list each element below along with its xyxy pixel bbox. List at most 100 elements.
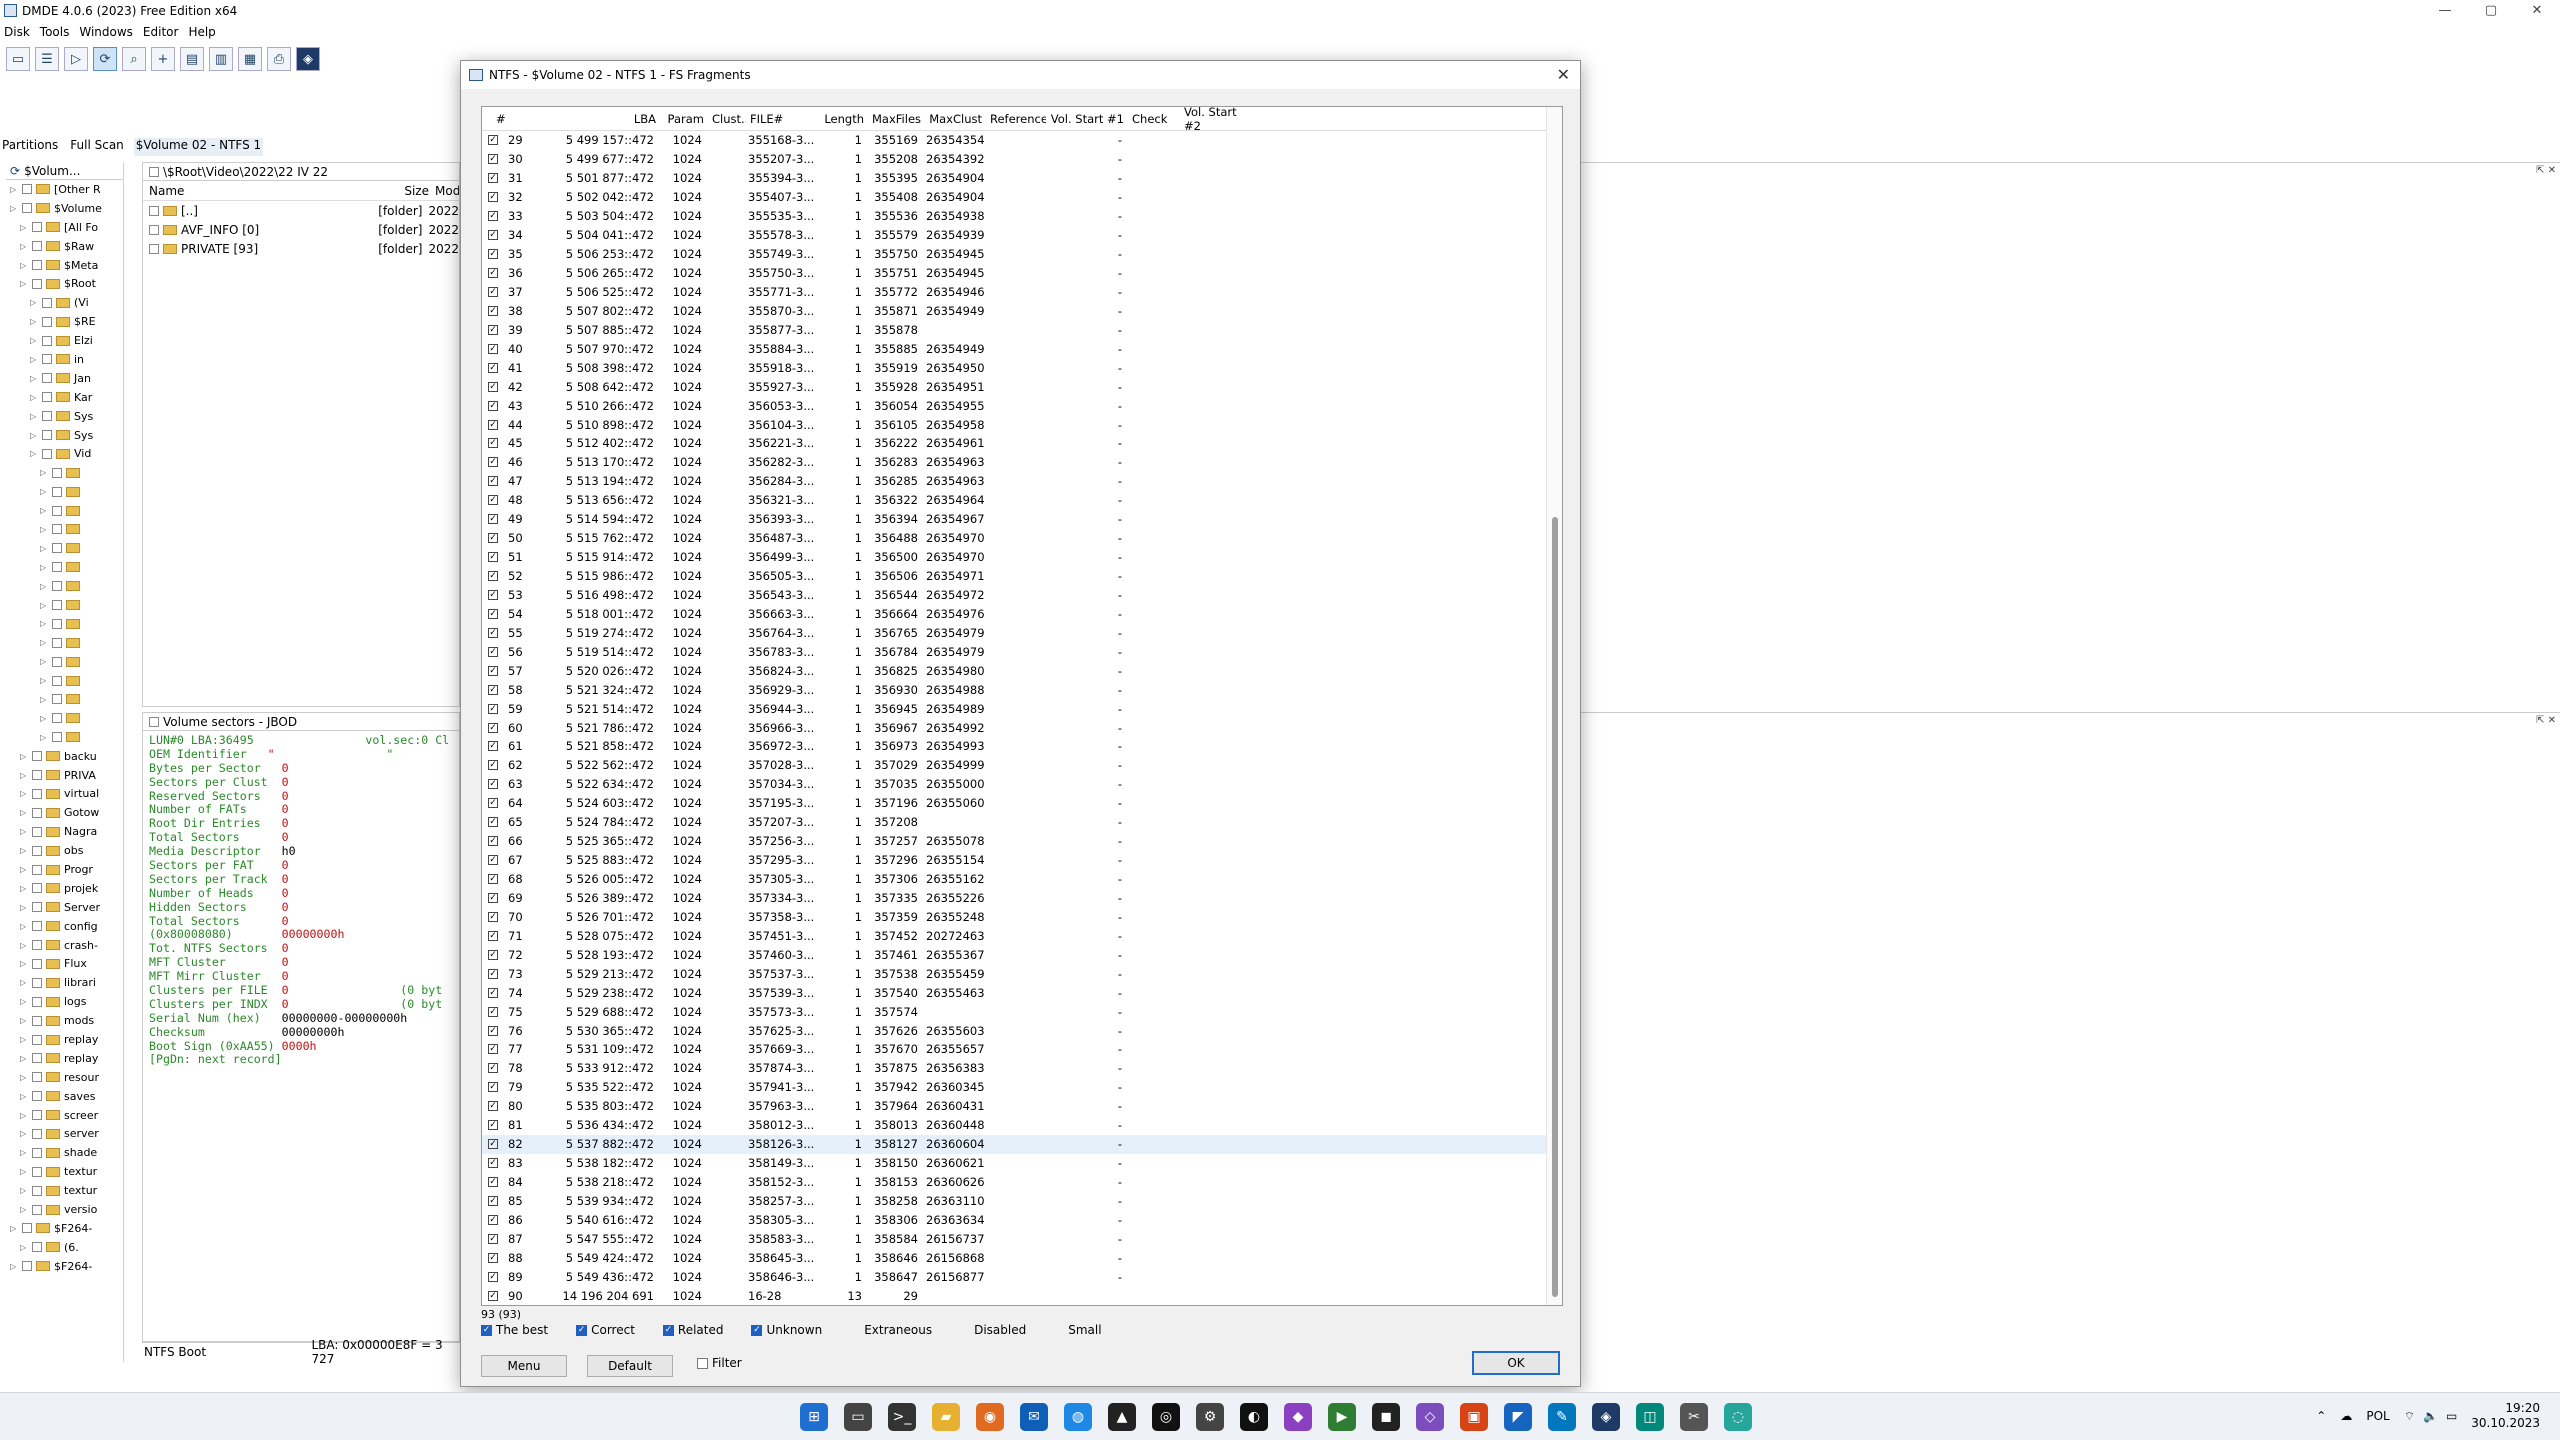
tree-checkbox[interactable] — [52, 675, 62, 686]
column-header[interactable]: Check — [1128, 112, 1180, 126]
expand-icon[interactable]: ▷ — [10, 185, 18, 194]
browser-icon[interactable]: ◍ — [1064, 1403, 1092, 1431]
tree-checkbox[interactable] — [22, 184, 32, 195]
search-icon[interactable]: ⌕ — [122, 47, 146, 71]
fragment-row[interactable]: ✓ 69 5 526 389::472 1024 357334-3... 1 357335 2… — [482, 889, 1562, 908]
expand-icon[interactable]: ▷ — [20, 1111, 28, 1120]
tree-item[interactable]: ▷ Vid — [6, 444, 123, 463]
expand-icon[interactable]: ▷ — [20, 941, 28, 950]
expand-icon[interactable]: ▷ — [20, 1243, 28, 1252]
row-checkbox[interactable]: ✓ — [488, 343, 498, 354]
menu-item[interactable]: Tools — [40, 25, 70, 39]
tree-item[interactable]: ▷ Sys — [6, 426, 123, 445]
tree-checkbox[interactable] — [52, 543, 62, 554]
row-checkbox[interactable]: ✓ — [488, 173, 498, 184]
dmde-logo-icon[interactable]: ◈ — [296, 47, 320, 71]
tree-checkbox[interactable] — [22, 1223, 32, 1234]
tree-checkbox[interactable] — [52, 656, 62, 667]
tree-item[interactable]: ▷ — [6, 501, 123, 520]
fragment-row[interactable]: ✓ 81 5 536 434::472 1024 358012-3... 1 358013 2… — [482, 1116, 1562, 1135]
filter-checkbox[interactable]: ✓ — [481, 1324, 492, 1336]
tree-item[interactable]: ▷ Kar — [6, 388, 123, 407]
sectors-icon[interactable]: ▦ — [238, 47, 262, 71]
fragment-row[interactable]: ✓ 46 5 513 170::472 1024 356282-3... 1 356283 2… — [482, 453, 1562, 472]
fragment-row[interactable]: ✓ 34 5 504 041::472 1024 355578-3... 1 355579 2… — [482, 226, 1562, 245]
tree-checkbox[interactable] — [22, 1261, 32, 1272]
fragment-row[interactable]: ✓ 59 5 521 514::472 1024 356944-3... 1 356945 2… — [482, 699, 1562, 718]
fragment-row[interactable]: ✓ 35 5 506 253::472 1024 355749-3... 1 355750 2… — [482, 245, 1562, 264]
tree-checkbox[interactable] — [32, 1185, 42, 1196]
panel-controls-icon[interactable]: ⇱ ✕ — [2536, 165, 2556, 176]
tree-checkbox[interactable] — [32, 1147, 42, 1158]
filter-option[interactable]: ✓ Unknown — [751, 1323, 822, 1337]
tree-item[interactable]: ▷ textur — [6, 1181, 123, 1200]
tree-item[interactable]: ▷ $Meta — [6, 256, 123, 275]
fragment-row[interactable]: ✓ 90 14 196 204 691 1024 16-28 13 29 — [482, 1286, 1562, 1305]
row-checkbox[interactable]: ✓ — [488, 949, 498, 960]
fragment-row[interactable]: ✓ 36 5 506 265::472 1024 355750-3... 1 355751 2… — [482, 264, 1562, 283]
fragment-row[interactable]: ✓ 75 5 529 688::472 1024 357573-3... 1 357574 - — [482, 1002, 1562, 1021]
tree-checkbox[interactable] — [42, 411, 52, 422]
fragment-row[interactable]: ✓ 62 5 522 562::472 1024 357028-3... 1 357029 2… — [482, 756, 1562, 775]
expand-icon[interactable]: ▷ — [20, 1167, 28, 1176]
expand-icon[interactable]: ▷ — [30, 317, 38, 326]
tree-checkbox[interactable] — [52, 732, 62, 743]
row-checkbox[interactable]: ✓ — [488, 154, 498, 165]
filter-toggle[interactable]: Filter — [697, 1356, 742, 1370]
expand-icon[interactable]: ▷ — [40, 506, 48, 515]
expand-icon[interactable]: ▷ — [40, 695, 48, 704]
fragment-row[interactable]: ✓ 72 5 528 193::472 1024 357460-3... 1 357461 2… — [482, 945, 1562, 964]
tree-checkbox[interactable] — [32, 1128, 42, 1139]
fragment-row[interactable]: ✓ 41 5 508 398::472 1024 355918-3... 1 355919 2… — [482, 358, 1562, 377]
fragment-row[interactable]: ✓ 45 5 512 402::472 1024 356221-3... 1 356222 2… — [482, 434, 1562, 453]
tree-item[interactable]: ▷ — [6, 652, 123, 671]
fragment-row[interactable]: ✓ 39 5 507 885::472 1024 355877-3... 1 355878 - — [482, 320, 1562, 339]
column-header[interactable]: LBA — [552, 112, 660, 126]
tree-item[interactable]: ▷ Flux — [6, 955, 123, 974]
clock[interactable]: 19:20 30.10.2023 — [2471, 1401, 2540, 1431]
app-teal-icon[interactable]: ◫ — [1636, 1403, 1664, 1431]
tree-checkbox[interactable] — [32, 864, 42, 875]
row-checkbox[interactable]: ✓ — [488, 476, 498, 487]
tree-checkbox[interactable] — [32, 241, 42, 252]
row-checkbox[interactable]: ✓ — [488, 1063, 498, 1074]
tree-checkbox[interactable] — [32, 1053, 42, 1064]
row-checkbox[interactable]: ✓ — [488, 930, 498, 941]
dialog-close-button[interactable]: ✕ — [1557, 65, 1570, 84]
expand-icon[interactable]: ▷ — [20, 978, 28, 987]
tree-checkbox[interactable] — [32, 1204, 42, 1215]
tree-item[interactable]: ▷ saves — [6, 1087, 123, 1106]
column-header[interactable]: References — [986, 112, 1046, 126]
fragment-row[interactable]: ✓ 80 5 535 803::472 1024 357963-3... 1 357964 2… — [482, 1097, 1562, 1116]
expand-icon[interactable]: ▷ — [30, 449, 38, 458]
fragment-row[interactable]: ✓ 88 5 549 424::472 1024 358645-3... 1 358646 2… — [482, 1248, 1562, 1267]
vertical-scrollbar[interactable] — [1546, 107, 1562, 1305]
row-checkbox[interactable]: ✓ — [488, 1120, 498, 1131]
row-checkbox[interactable]: ✓ — [488, 817, 498, 828]
expand-icon[interactable]: ▷ — [30, 374, 38, 383]
expand-icon[interactable]: ▷ — [40, 563, 48, 572]
menu-item[interactable]: Windows — [79, 25, 133, 39]
tree-item[interactable]: ▷ — [6, 633, 123, 652]
tree-checkbox[interactable] — [32, 996, 42, 1007]
fragment-row[interactable]: ✓ 79 5 535 522::472 1024 357941-3... 1 357942 2… — [482, 1078, 1562, 1097]
tree-item[interactable]: ▷ obs — [6, 841, 123, 860]
row-checkbox[interactable]: ✓ — [488, 495, 498, 506]
tab-partitions[interactable]: Partitions — [0, 138, 60, 156]
tree-checkbox[interactable] — [32, 940, 42, 951]
file-explorer-icon[interactable]: ▭ — [844, 1403, 872, 1431]
settings-icon[interactable]: ⚙ — [1196, 1403, 1224, 1431]
menu-item[interactable]: Disk — [4, 25, 30, 39]
expand-icon[interactable]: ▷ — [20, 1148, 28, 1157]
row-checkbox[interactable]: ✓ — [488, 646, 498, 657]
tree-checkbox[interactable] — [32, 921, 42, 932]
tree-item[interactable]: ▷ server — [6, 1125, 123, 1144]
tree-checkbox[interactable] — [52, 467, 62, 478]
sectors-checkbox[interactable] — [149, 716, 159, 727]
tree-checkbox[interactable] — [32, 1166, 42, 1177]
row-checkbox[interactable]: ✓ — [488, 533, 498, 544]
row-checkbox[interactable]: ✓ — [488, 1082, 498, 1093]
filter-checkbox[interactable]: ✓ — [751, 1324, 763, 1336]
row-checkbox[interactable]: ✓ — [488, 1044, 498, 1055]
fragment-row[interactable]: ✓ 44 5 510 898::472 1024 356104-3... 1 356105 2… — [482, 415, 1562, 434]
